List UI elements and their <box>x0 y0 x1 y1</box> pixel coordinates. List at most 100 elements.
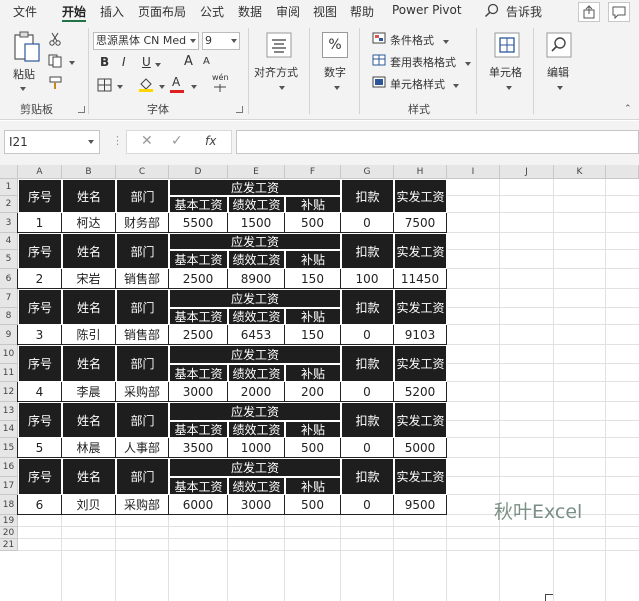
data-cell-deduct[interactable]: 0 <box>341 325 394 345</box>
header-cell-deduct[interactable]: 扣款 <box>341 289 394 325</box>
row-header[interactable]: 10 <box>0 345 18 364</box>
copy-icon[interactable] <box>48 54 64 68</box>
data-cell-seq[interactable]: 5 <box>18 438 62 458</box>
header-cell-deduct[interactable]: 扣款 <box>341 233 394 269</box>
data-cell-seq[interactable]: 4 <box>18 382 62 402</box>
data-cell-subsidy[interactable]: 150 <box>285 269 341 289</box>
header-cell-actual[interactable]: 实发工资 <box>394 233 447 269</box>
data-cell-actual[interactable]: 11450 <box>394 269 447 289</box>
data-cell-name[interactable]: 刘贝 <box>62 495 116 515</box>
data-cell-actual[interactable]: 5200 <box>394 382 447 402</box>
comments-button[interactable] <box>608 2 630 22</box>
select-all-corner[interactable] <box>0 165 18 179</box>
data-cell-base[interactable]: 5500 <box>169 213 228 233</box>
font-color-button[interactable]: A <box>172 75 180 89</box>
header-cell-dept[interactable]: 部门 <box>116 458 169 495</box>
header-cell-deduct[interactable]: 扣款 <box>341 179 394 213</box>
header-cell-actual[interactable]: 实发工资 <box>394 402 447 438</box>
data-cell-dept[interactable]: 采购部 <box>116 382 169 402</box>
header-cell-actual[interactable]: 实发工资 <box>394 458 447 495</box>
header-cell-name[interactable]: 姓名 <box>62 345 116 382</box>
data-cell-seq[interactable]: 1 <box>18 213 62 233</box>
italic-button[interactable]: I <box>122 55 126 69</box>
data-cell-subsidy[interactable]: 500 <box>285 495 341 515</box>
tell-me-box[interactable]: 告诉我 <box>506 3 542 20</box>
header-cell-salary[interactable]: 应发工资 <box>169 233 341 250</box>
column-header[interactable]: A <box>18 165 62 179</box>
font-name-combo[interactable]: 思源黑体 CN Med <box>93 32 199 50</box>
header-cell-seq[interactable]: 序号 <box>18 402 62 438</box>
header-cell-dept[interactable]: 部门 <box>116 402 169 438</box>
data-cell-base[interactable]: 3000 <box>169 382 228 402</box>
header-cell-name[interactable]: 姓名 <box>62 289 116 325</box>
header-cell-perf[interactable]: 绩效工资 <box>228 421 285 438</box>
header-cell-seq[interactable]: 序号 <box>18 345 62 382</box>
row-header[interactable]: 6 <box>0 269 18 289</box>
column-header[interactable]: I <box>447 165 500 179</box>
editing-label[interactable]: 编辑 <box>547 64 569 80</box>
tab-formulas[interactable]: 公式 <box>200 3 224 20</box>
header-cell-actual[interactable]: 实发工资 <box>394 179 447 213</box>
row-header[interactable]: 8 <box>0 308 18 325</box>
data-cell-dept[interactable]: 采购部 <box>116 495 169 515</box>
font-size-combo[interactable]: 9 <box>202 32 240 50</box>
clipboard-dialog-launcher[interactable] <box>78 106 85 113</box>
header-cell-base[interactable]: 基本工资 <box>169 421 228 438</box>
tab-help[interactable]: 帮助 <box>350 3 374 20</box>
row-header[interactable]: 19 <box>0 515 18 527</box>
cancel-icon[interactable]: ✕ <box>141 133 153 149</box>
header-cell-subsidy[interactable]: 补贴 <box>285 308 341 325</box>
number-label[interactable]: 数字 <box>324 64 346 80</box>
header-cell-perf[interactable]: 绩效工资 <box>228 196 285 213</box>
shrink-font-button[interactable]: A <box>203 56 210 67</box>
row-header[interactable]: 3 <box>0 213 18 233</box>
cut-icon[interactable] <box>48 32 62 46</box>
alignment-label[interactable]: 对齐方式 <box>254 64 298 80</box>
header-cell-base[interactable]: 基本工资 <box>169 308 228 325</box>
header-cell-dept[interactable]: 部门 <box>116 289 169 325</box>
format-painter-icon[interactable] <box>48 76 64 90</box>
column-header[interactable]: G <box>341 165 394 179</box>
data-cell-subsidy[interactable]: 500 <box>285 213 341 233</box>
column-header-partial[interactable] <box>606 165 639 179</box>
data-cell-deduct[interactable]: 0 <box>341 382 394 402</box>
header-cell-actual[interactable]: 实发工资 <box>394 345 447 382</box>
data-cell-perf[interactable]: 6453 <box>228 325 285 345</box>
column-header[interactable]: D <box>169 165 228 179</box>
column-header[interactable]: K <box>554 165 606 179</box>
header-cell-deduct[interactable]: 扣款 <box>341 458 394 495</box>
data-cell-seq[interactable]: 6 <box>18 495 62 515</box>
header-cell-subsidy[interactable]: 补贴 <box>285 250 341 269</box>
header-cell-base[interactable]: 基本工资 <box>169 196 228 213</box>
number-format-button[interactable]: % <box>322 32 348 58</box>
data-cell-perf[interactable]: 2000 <box>228 382 285 402</box>
tab-power-pivot[interactable]: Power Pivot <box>392 3 462 17</box>
header-cell-dept[interactable]: 部门 <box>116 179 169 213</box>
data-cell-base[interactable]: 2500 <box>169 269 228 289</box>
data-cell-actual[interactable]: 9103 <box>394 325 447 345</box>
insert-function-button[interactable]: fx <box>205 134 216 148</box>
header-cell-name[interactable]: 姓名 <box>62 179 116 213</box>
tab-view[interactable]: 视图 <box>313 3 337 20</box>
borders-icon[interactable] <box>97 78 113 92</box>
header-cell-name[interactable]: 姓名 <box>62 458 116 495</box>
header-cell-subsidy[interactable]: 补贴 <box>285 196 341 213</box>
column-header[interactable]: E <box>228 165 285 179</box>
fill-color-icon[interactable] <box>138 76 154 92</box>
row-header[interactable]: 14 <box>0 421 18 438</box>
share-button[interactable] <box>578 2 600 22</box>
tab-review[interactable]: 审阅 <box>276 3 300 20</box>
column-header[interactable]: F <box>285 165 341 179</box>
header-cell-seq[interactable]: 序号 <box>18 179 62 213</box>
data-cell-dept[interactable]: 销售部 <box>116 325 169 345</box>
data-cell-deduct[interactable]: 0 <box>341 438 394 458</box>
data-cell-subsidy[interactable]: 200 <box>285 382 341 402</box>
conditional-formatting-button[interactable]: 条件格式 <box>390 32 434 48</box>
row-header[interactable]: 11 <box>0 364 18 382</box>
alignment-icon[interactable] <box>266 32 292 58</box>
header-cell-subsidy[interactable]: 补贴 <box>285 421 341 438</box>
data-cell-name[interactable]: 林晨 <box>62 438 116 458</box>
row-header[interactable]: 4 <box>0 233 18 250</box>
header-cell-dept[interactable]: 部门 <box>116 345 169 382</box>
row-header[interactable]: 18 <box>0 495 18 515</box>
